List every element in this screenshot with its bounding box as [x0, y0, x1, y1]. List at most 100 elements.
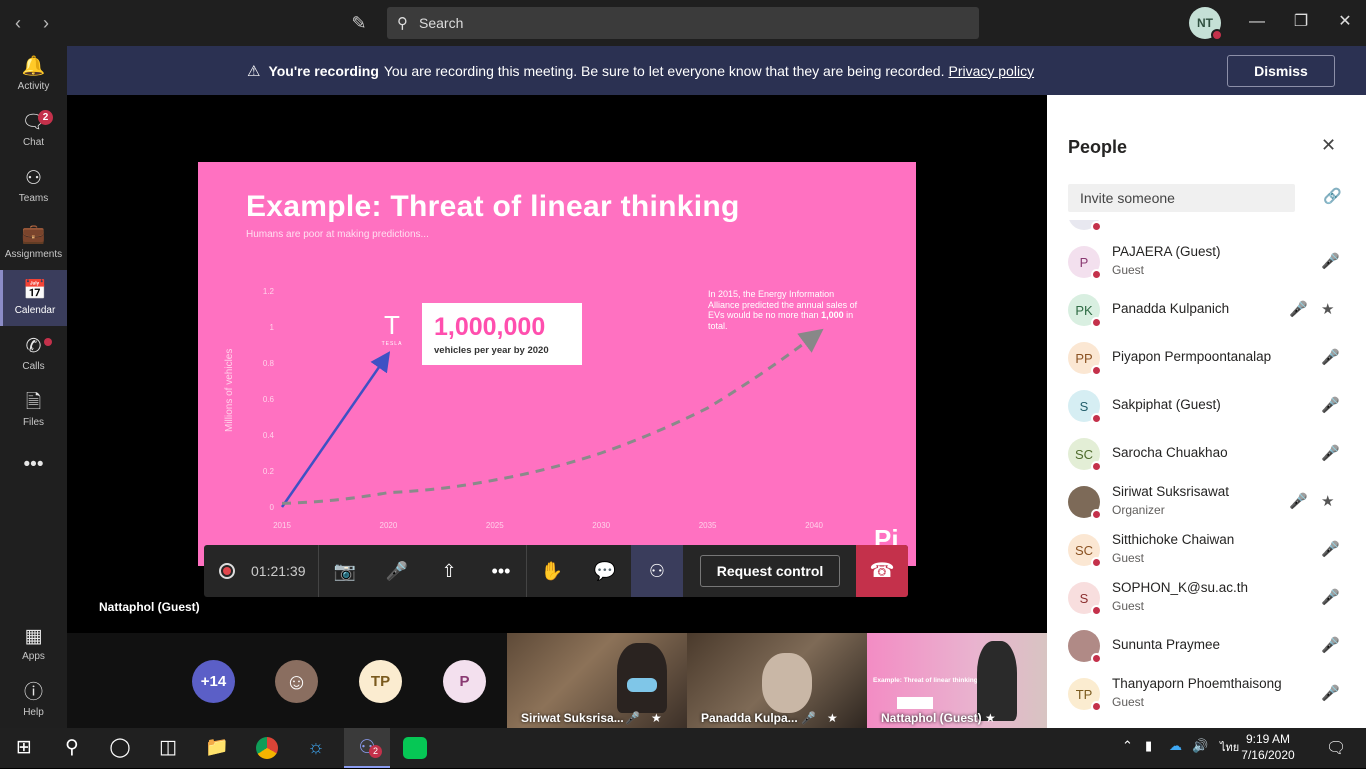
rail-calls[interactable]: ✆ Calls: [0, 326, 67, 382]
mic-muted-icon[interactable]: 🎤: [1321, 684, 1340, 702]
video-tile[interactable]: Siriwat Suksrisa... 🎤 ★: [507, 633, 687, 728]
dismiss-button[interactable]: Dismiss: [1227, 55, 1335, 87]
pin-icon: ★: [651, 711, 662, 725]
rail-apps[interactable]: ▦ Apps: [0, 616, 67, 672]
participant-row[interactable]: SC Sarocha Chuakhao 🎤: [1047, 430, 1366, 478]
avatar-initials: PP: [1075, 350, 1093, 366]
taskbar-clock[interactable]: 9:19 AM 7/16/2020: [1232, 731, 1304, 763]
rail-activity[interactable]: 🔔 Activity: [0, 46, 67, 102]
rail-label: Help: [23, 707, 44, 718]
mic-muted-icon[interactable]: 🎤: [1321, 348, 1340, 366]
participant-row[interactable]: PP Piyapon Permpoontanalap 🎤: [1047, 334, 1366, 382]
mic-muted-icon[interactable]: 🎤: [1321, 540, 1340, 558]
cortana-icon[interactable]: ◯: [104, 733, 136, 763]
rail-label: Teams: [18, 193, 49, 204]
participant-name: Thanyaporn Phoemthaisong: [1112, 676, 1282, 691]
mic-muted-icon[interactable]: 🎤: [383, 557, 411, 585]
pin-icon[interactable]: ★: [1321, 300, 1334, 318]
avatar-initials: PK: [1075, 302, 1093, 318]
participant-row[interactable]: P PAJAERA (Guest) Guest 🎤: [1047, 238, 1366, 286]
privacy-policy-link[interactable]: Privacy policy: [948, 63, 1034, 79]
teams-app-icon: ⚇ 2: [351, 733, 383, 763]
participant-role: Guest: [1112, 599, 1145, 613]
edge-icon[interactable]: ☼: [300, 733, 332, 763]
camera-off-icon[interactable]: 📷: [331, 557, 359, 585]
participant-row[interactable]: [1047, 220, 1366, 238]
participant-avatar: P: [1068, 246, 1102, 280]
file-explorer-icon[interactable]: 📁: [201, 733, 233, 763]
chrome-icon[interactable]: [251, 733, 283, 763]
invite-input[interactable]: Invite someone: [1068, 184, 1295, 212]
participant-row[interactable]: S Sakpiphat (Guest) 🎤: [1047, 382, 1366, 430]
video-tile[interactable]: Panadda Kulpa... 🎤 ★: [687, 633, 867, 728]
restore-icon[interactable]: ❐: [1289, 10, 1313, 34]
more-icon: •••: [23, 453, 44, 475]
x-tick-label: 2035: [699, 521, 717, 530]
compose-icon[interactable]: ✎: [348, 12, 370, 34]
back-arrow-icon[interactable]: ‹: [8, 12, 28, 34]
mic-muted-icon: 🎤: [801, 711, 816, 725]
help-icon: ⓘ: [23, 682, 43, 703]
video-tile[interactable]: Example: Threat of linear thinking Natta…: [867, 633, 1047, 728]
presence-busy-icon: [1211, 29, 1223, 41]
teams-badge: 2: [369, 745, 382, 758]
clock-time: 9:19 AM: [1245, 732, 1291, 746]
volume-icon[interactable]: 🔊: [1192, 738, 1208, 754]
hang-up-icon[interactable]: ☎: [856, 545, 908, 597]
search-input[interactable]: ⚲ Search: [387, 7, 979, 39]
pin-icon[interactable]: ★: [1321, 492, 1334, 510]
minimize-icon[interactable]: —: [1245, 10, 1269, 34]
onedrive-icon[interactable]: ☁: [1169, 738, 1182, 754]
share-link-icon[interactable]: 🔗: [1323, 187, 1342, 205]
chat-toggle-icon[interactable]: 💬: [591, 557, 619, 585]
forward-arrow-icon[interactable]: ›: [36, 12, 56, 34]
presence-icon: [1091, 701, 1102, 712]
participant-avatar[interactable]: P: [443, 660, 486, 703]
mic-muted-icon[interactable]: 🎤: [1321, 444, 1340, 462]
participant-photo-avatar[interactable]: ☺: [275, 660, 318, 703]
rail-calendar[interactable]: 📅 Calendar: [0, 270, 67, 326]
participant-row[interactable]: PK Panadda Kulpanich 🎤 ★: [1047, 286, 1366, 334]
participant-row[interactable]: Siriwat Suksrisawat Organizer 🎤 ★: [1047, 478, 1366, 526]
y-tick-label: 1: [270, 323, 275, 332]
rail-more[interactable]: •••: [0, 438, 67, 494]
mic-muted-icon[interactable]: 🎤: [1289, 300, 1308, 318]
participant-row[interactable]: TP Thanyaporn Phoemthaisong Guest 🎤: [1047, 670, 1366, 718]
rail-help[interactable]: ⓘ Help: [0, 672, 67, 728]
close-icon[interactable]: ✕: [1333, 10, 1357, 34]
battery-icon[interactable]: ▮: [1145, 738, 1152, 754]
teams-icon: ⚇: [24, 168, 43, 189]
search-icon[interactable]: ⚲: [56, 733, 88, 763]
participant-avatar[interactable]: TP: [359, 660, 402, 703]
mic-muted-icon[interactable]: 🎤: [1321, 252, 1340, 270]
participant-row[interactable]: Sununta Praymee 🎤: [1047, 622, 1366, 670]
tray-chevron-icon[interactable]: ⌃: [1122, 738, 1133, 754]
participant-avatar: S: [1068, 582, 1102, 616]
pin-icon: ★: [827, 711, 838, 725]
tile-slide-box: [897, 697, 933, 709]
request-control-button[interactable]: Request control: [700, 555, 840, 587]
rail-chat[interactable]: 🗨 Chat 2: [0, 102, 67, 158]
windows-start-icon[interactable]: ⊞: [8, 733, 40, 763]
chart-ylabel: Millions of vehicles: [224, 348, 235, 432]
line-app-icon[interactable]: [399, 733, 431, 763]
mic-muted-icon[interactable]: 🎤: [1321, 588, 1340, 606]
participant-row[interactable]: S SOPHON_K@su.ac.th Guest 🎤: [1047, 574, 1366, 622]
mic-muted-icon[interactable]: 🎤: [1321, 396, 1340, 414]
notifications-icon[interactable]: 🗨: [1326, 738, 1346, 758]
rail-teams[interactable]: ⚇ Teams: [0, 158, 67, 214]
recording-icon: [219, 563, 235, 579]
overflow-participants[interactable]: +14: [192, 660, 235, 703]
mic-muted-icon[interactable]: 🎤: [1321, 636, 1340, 654]
close-icon[interactable]: ✕: [1321, 135, 1336, 156]
people-icon[interactable]: ⚇: [643, 557, 671, 585]
rail-assignments[interactable]: 💼 Assignments: [0, 214, 67, 270]
task-view-icon[interactable]: ◫: [152, 733, 184, 763]
more-actions-icon[interactable]: •••: [487, 557, 515, 585]
raise-hand-icon[interactable]: ✋: [538, 557, 566, 585]
share-screen-icon[interactable]: ⇧: [435, 557, 463, 585]
user-avatar[interactable]: NT: [1189, 7, 1223, 41]
mic-muted-icon[interactable]: 🎤: [1289, 492, 1308, 510]
participant-row[interactable]: SC Sitthichoke Chaiwan Guest 🎤: [1047, 526, 1366, 574]
rail-files[interactable]: 🗎 Files: [0, 382, 67, 438]
